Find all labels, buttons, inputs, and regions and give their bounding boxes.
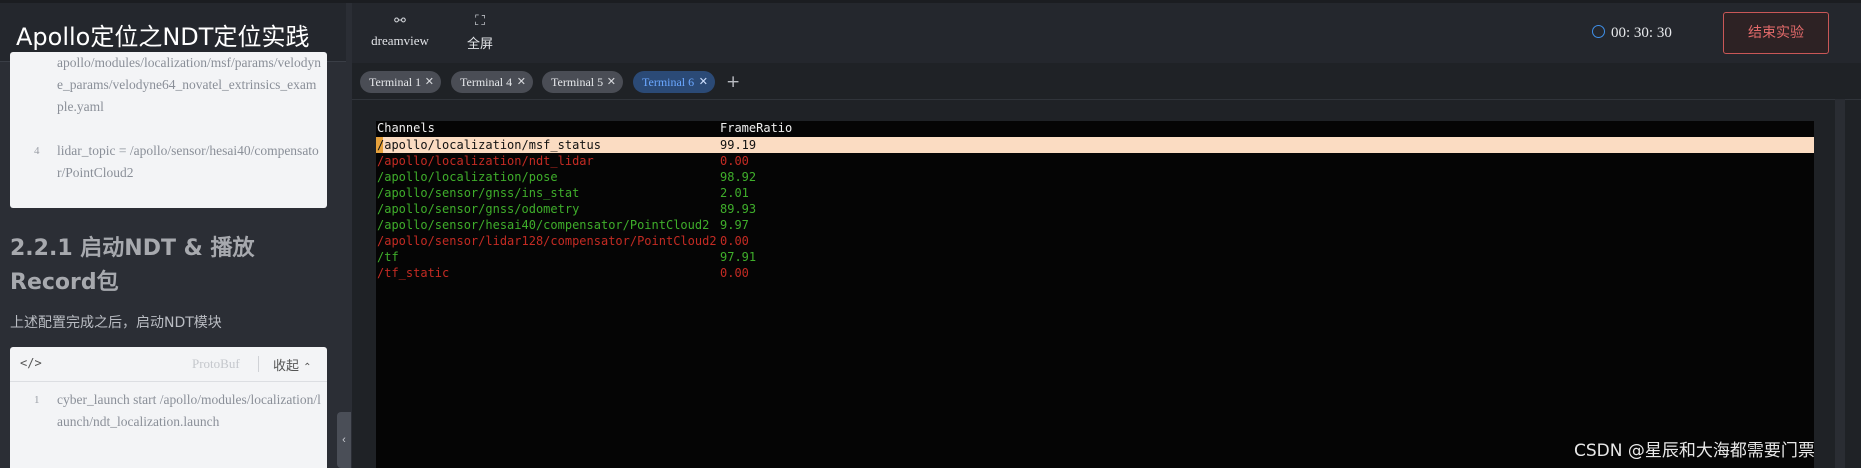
terminal-tabs: Terminal 1 ✕ Terminal 4 ✕ Terminal 5 ✕ Term…	[352, 63, 1861, 100]
frame-ratio: 9.97	[720, 218, 749, 232]
end-experiment-button[interactable]: 结束实验	[1723, 12, 1829, 54]
channel-name: /apollo/sensor/hesai40/compensator/Point…	[377, 218, 710, 232]
terminal-row[interactable]: /apollo/localization/pose 98.92	[376, 169, 1814, 185]
toolbar: ⚯ dreamview ⛶ 全屏 00: 30: 30 结束实验	[352, 3, 1861, 63]
scrollbar[interactable]	[1835, 99, 1845, 468]
tutorial-content[interactable]: apollo/modules/localization/msf/params/v…	[0, 52, 346, 468]
frame-ratio: 89.93	[720, 202, 757, 216]
clock-icon	[1592, 25, 1605, 38]
close-icon[interactable]: ✕	[607, 71, 616, 93]
code-line: 4 lidar_topic = /apollo/sensor/hesai40/c…	[10, 140, 327, 206]
line-number: 1	[34, 394, 40, 406]
fullscreen-button[interactable]: ⛶ 全屏	[460, 13, 500, 52]
expand-icon: ⛶	[475, 13, 485, 29]
terminal-row[interactable]: /apollo/sensor/gnss/odometry 89.93	[376, 201, 1814, 217]
link-icon: ⚯	[394, 13, 406, 29]
channels-header: Channels	[377, 121, 435, 135]
frame-ratio: 97.91	[720, 250, 757, 264]
tab-label: Terminal 4	[460, 75, 513, 89]
frame-ratio: 99.19	[720, 138, 757, 152]
tab-label: Terminal 6	[642, 75, 695, 89]
left-panel: Apollo定位之NDT定位实践 apollo/modules/localiza…	[0, 3, 346, 468]
tab-terminal-5[interactable]: Terminal 5 ✕	[542, 71, 623, 93]
code-card: </> ProtoBuf 收起 ⌃ 1 cyber_launch start /…	[10, 347, 327, 468]
close-icon[interactable]: ✕	[425, 71, 434, 93]
frame-ratio: 0.00	[720, 234, 749, 248]
channel-name: /apollo/sensor/gnss/odometry	[377, 202, 580, 216]
language-label: ProtoBuf	[192, 356, 240, 371]
terminal-row[interactable]: /tf_static 0.00	[376, 265, 1814, 281]
add-tab-button[interactable]: +	[726, 72, 740, 92]
channel-name: /apollo/sensor/lidar128/compensator/Poin…	[377, 234, 717, 248]
watermark: CSDN @星辰和大海都需要门票	[1574, 441, 1815, 461]
divider	[258, 356, 259, 372]
terminal-row[interactable]: /apollo/sensor/hesai40/compensator/Point…	[376, 217, 1814, 233]
channel-name: /tf	[377, 250, 399, 264]
code-text: lidar_topic = /apollo/sensor/hesai40/com…	[57, 143, 319, 180]
panel-collapse-handle[interactable]: ‹	[337, 412, 351, 468]
collapse-button[interactable]: 收起 ⌃	[273, 355, 312, 374]
collapse-label: 收起	[273, 359, 300, 374]
terminal-screen[interactable]: Channels FrameRatio /apollo/localization…	[376, 121, 1814, 468]
dreamview-button[interactable]: ⚯ dreamview	[368, 13, 432, 49]
code-card-header: </> ProtoBuf 收起 ⌃	[10, 347, 327, 382]
frame-ratio: 2.01	[720, 186, 749, 200]
terminal-header: Channels FrameRatio	[376, 121, 1814, 137]
channel-name: /apollo/sensor/gnss/ins_stat	[377, 186, 580, 200]
terminal-row[interactable]: /apollo/sensor/lidar128/compensator/Poin…	[376, 233, 1814, 249]
terminal-row[interactable]: /apollo/localization/ndt_lidar 0.00	[376, 153, 1814, 169]
terminal-row[interactable]: /tf 97.91	[376, 249, 1814, 265]
terminal-row[interactable]: /apollo/localization/msf_status 99.19	[376, 137, 1814, 153]
terminal-row[interactable]: /apollo/sensor/gnss/ins_stat 2.01	[376, 185, 1814, 201]
code-text: cyber_launch start /apollo/modules/local…	[57, 392, 321, 429]
close-icon[interactable]: ✕	[517, 71, 526, 93]
close-icon[interactable]: ✕	[699, 71, 708, 93]
frame-ratio: 0.00	[720, 154, 749, 168]
code-icon: </>	[20, 356, 42, 370]
channel-name: /apollo/localization/ndt_lidar	[377, 154, 594, 168]
frame-ratio: 98.92	[720, 170, 757, 184]
workspace: ⚯ dreamview ⛶ 全屏 00: 30: 30 结束实验 Termina…	[352, 3, 1861, 468]
code-card: apollo/modules/localization/msf/params/v…	[10, 52, 327, 208]
chevron-up-icon: ⌃	[303, 362, 312, 373]
paragraph: 上述配置完成之后，启动NDT模块	[10, 315, 222, 331]
code-text: apollo/modules/localization/msf/params/v…	[57, 55, 321, 114]
tab-terminal-1[interactable]: Terminal 1 ✕	[360, 71, 441, 93]
tab-terminal-6[interactable]: Terminal 6 ✕	[633, 71, 715, 93]
timer: 00: 30: 30	[1592, 25, 1672, 42]
dreamview-label: dreamview	[371, 33, 429, 48]
fullscreen-label: 全屏	[466, 36, 493, 51]
frame-ratio: 0.00	[720, 266, 749, 280]
chevron-left-icon: ‹	[342, 434, 346, 446]
frame-ratio-header: FrameRatio	[720, 121, 793, 135]
channel-name: /apollo/localization/msf_status	[377, 138, 601, 152]
code-line: apollo/modules/localization/msf/params/v…	[10, 52, 327, 140]
channel-name: /tf_static	[377, 266, 450, 280]
line-number: 4	[34, 145, 40, 157]
code-line: 1 cyber_launch start /apollo/modules/loc…	[10, 389, 327, 455]
channel-name: /apollo/localization/pose	[377, 170, 558, 184]
timer-text: 00: 30: 30	[1611, 25, 1672, 41]
tab-label: Terminal 1	[369, 75, 422, 89]
section-heading: 2.2.1 启动NDT & 播放Record包	[10, 236, 255, 295]
tab-terminal-4[interactable]: Terminal 4 ✕	[451, 71, 533, 93]
page-title: Apollo定位之NDT定位实践	[16, 23, 310, 51]
tab-label: Terminal 5	[551, 75, 604, 89]
